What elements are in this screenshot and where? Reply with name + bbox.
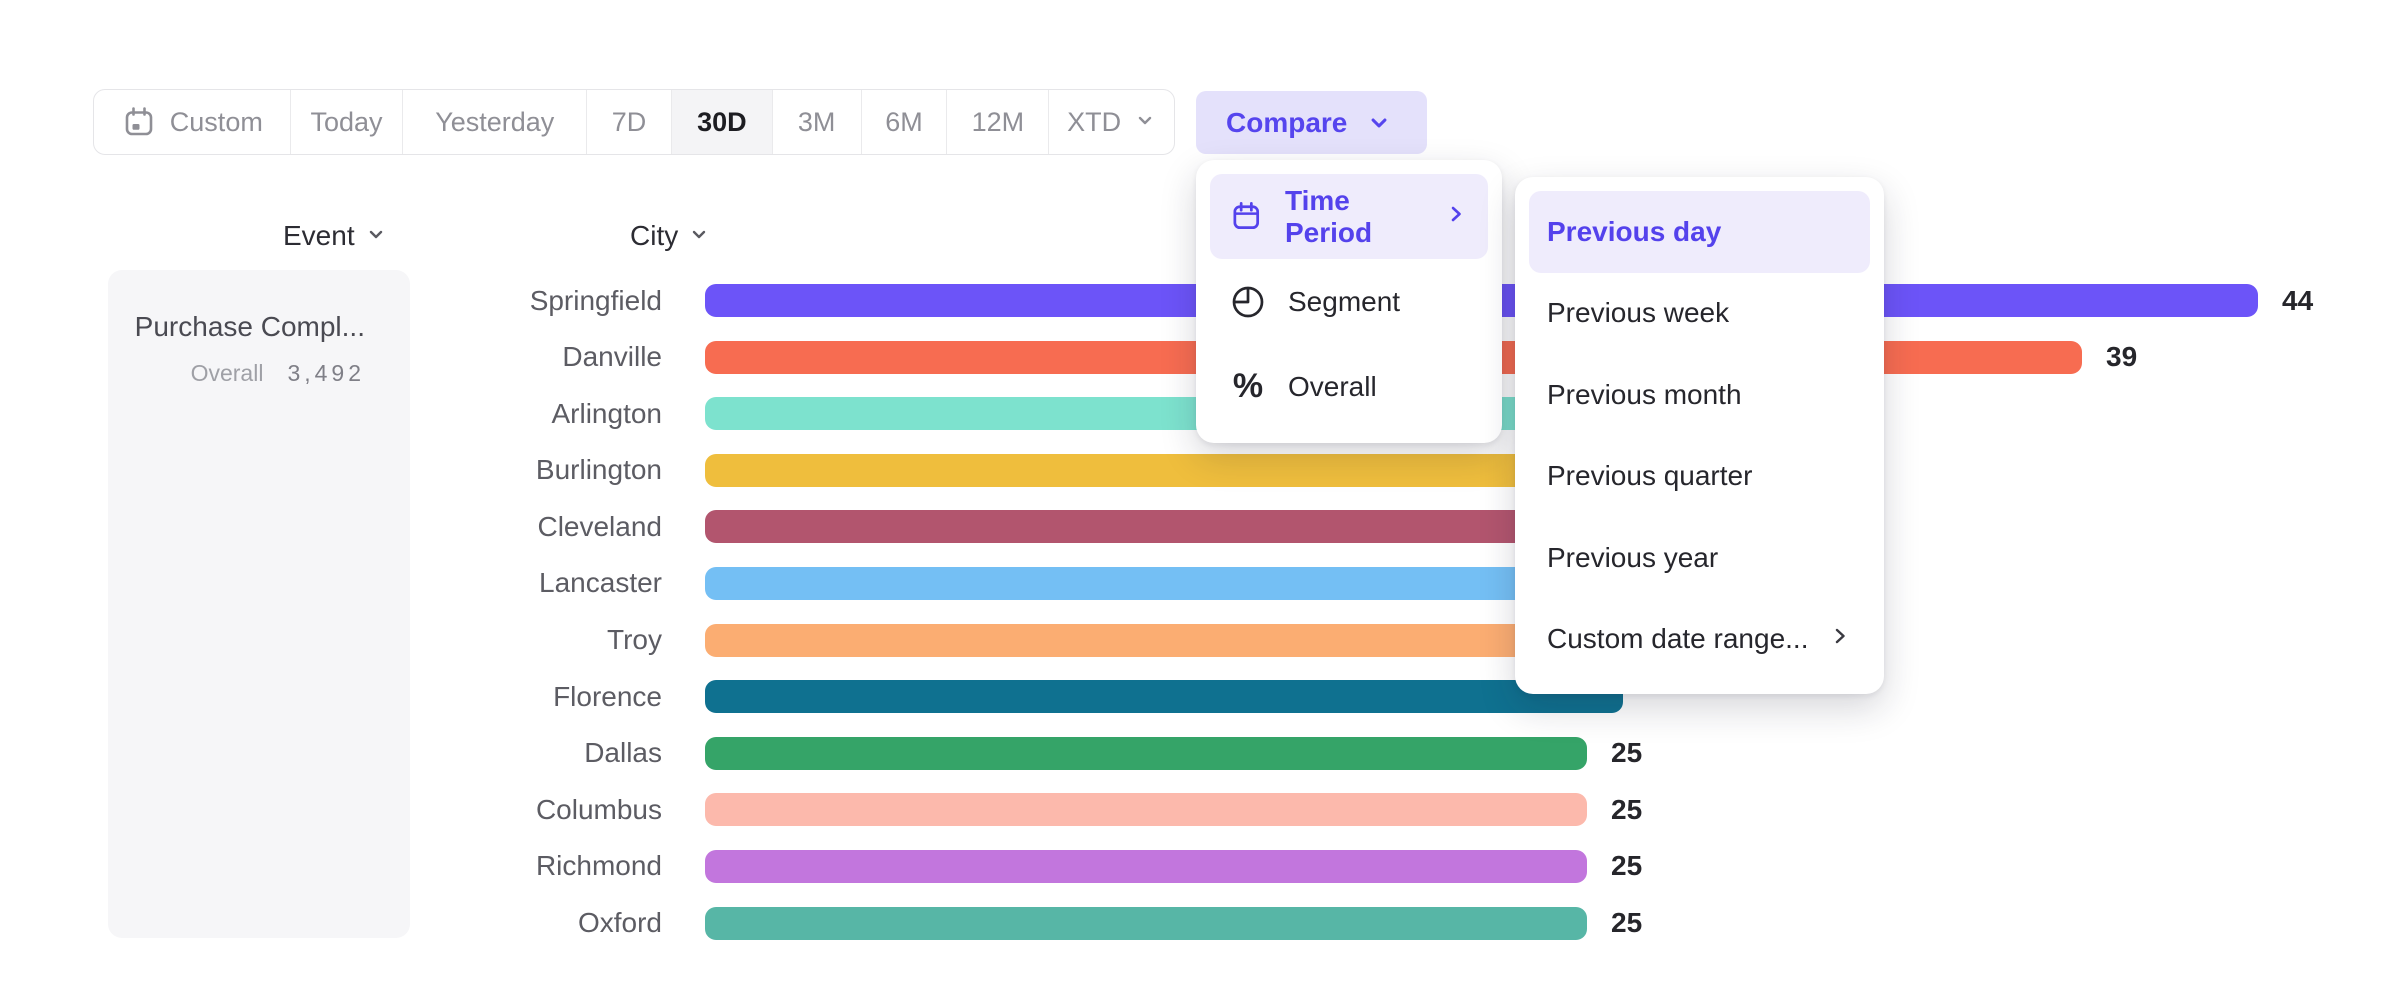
bar-value-label: 39 bbox=[2106, 341, 2137, 373]
bar[interactable] bbox=[705, 680, 1623, 713]
bar-value-label: 25 bbox=[1611, 737, 1642, 769]
bar-row-danville: Danville 39 bbox=[0, 341, 2313, 374]
bar-row-oxford: Oxford 25 bbox=[0, 907, 2313, 940]
city-label: Cleveland bbox=[0, 511, 705, 543]
calendar-icon bbox=[121, 105, 157, 139]
bar-value-label: 25 bbox=[1611, 850, 1642, 882]
bar[interactable] bbox=[705, 793, 1587, 826]
date-range-option-today[interactable]: Today bbox=[291, 90, 404, 154]
date-range-option-label: Custom bbox=[170, 107, 263, 138]
bar-row-cleveland: Cleveland bbox=[0, 510, 2313, 543]
menu-item-label: Previous year bbox=[1547, 542, 1718, 574]
report-canvas: Custom Today Yesterday 7D 30D 3M 6M 12M … bbox=[0, 0, 2394, 1004]
bar-value-label: 25 bbox=[1611, 907, 1642, 939]
menu-item-label: Overall bbox=[1288, 371, 1377, 403]
city-label: Lancaster bbox=[0, 567, 705, 599]
chevron-down-icon bbox=[1134, 107, 1156, 138]
date-range-option-yesterday[interactable]: Yesterday bbox=[403, 90, 587, 154]
event-column-header[interactable]: Event bbox=[283, 219, 387, 253]
date-range-option-xtd[interactable]: XTD bbox=[1049, 90, 1174, 154]
date-range-option-30d[interactable]: 30D bbox=[672, 90, 773, 154]
bar-value-label: 25 bbox=[1611, 794, 1642, 826]
date-range-toolbar: Custom Today Yesterday 7D 30D 3M 6M 12M … bbox=[93, 89, 1175, 155]
time-period-submenu: Previous day Previous week Previous mont… bbox=[1515, 177, 1884, 694]
date-range-option-6m[interactable]: 6M bbox=[862, 90, 948, 154]
city-label: Oxford bbox=[0, 907, 705, 939]
city-label: Burlington bbox=[0, 454, 705, 486]
date-range-option-label: 7D bbox=[612, 107, 647, 138]
date-range-option-label: Today bbox=[311, 107, 383, 138]
city-label: Richmond bbox=[0, 850, 705, 882]
city-label: Florence bbox=[0, 681, 705, 713]
segment-icon bbox=[1230, 284, 1266, 320]
bar-row-dallas: Dallas 25 bbox=[0, 737, 2313, 770]
city-column-header[interactable]: City bbox=[630, 219, 710, 253]
bar-chart: Springfield 44 Danville 39 Arlington Bur… bbox=[0, 284, 2313, 940]
compare-menu-item-segment[interactable]: Segment bbox=[1210, 259, 1488, 344]
city-label: Danville bbox=[0, 341, 705, 373]
bar-row-lancaster: Lancaster bbox=[0, 567, 2313, 600]
calendar-line-icon bbox=[1230, 200, 1263, 233]
menu-item-label: Previous day bbox=[1547, 216, 1721, 248]
compare-menu-item-time-period[interactable]: Time Period bbox=[1210, 174, 1488, 259]
compare-menu-item-overall[interactable]: % Overall bbox=[1210, 344, 1488, 429]
compare-menu: Time Period Segment % Overall bbox=[1196, 160, 1502, 443]
city-label: Arlington bbox=[0, 398, 705, 430]
chevron-right-icon bbox=[1444, 201, 1468, 233]
date-range-option-3m[interactable]: 3M bbox=[773, 90, 862, 154]
time-period-menu-item-previous-month[interactable]: Previous month bbox=[1529, 354, 1870, 436]
city-label: Springfield bbox=[0, 285, 705, 317]
date-range-option-label: 30D bbox=[697, 107, 747, 138]
date-range-option-label: 6M bbox=[885, 107, 923, 138]
menu-item-label: Previous month bbox=[1547, 379, 1742, 411]
city-label: Columbus bbox=[0, 794, 705, 826]
city-label: Dallas bbox=[0, 737, 705, 769]
compare-button[interactable]: Compare bbox=[1196, 91, 1427, 154]
city-label: Troy bbox=[0, 624, 705, 656]
bar-value-label: 44 bbox=[2282, 285, 2313, 317]
date-range-option-label: Yesterday bbox=[435, 107, 554, 138]
bar-row-troy: Troy bbox=[0, 624, 2313, 657]
date-range-option-label: 3M bbox=[798, 107, 836, 138]
bar-row-columbus: Columbus 25 bbox=[0, 793, 2313, 826]
chevron-right-icon bbox=[1828, 623, 1852, 655]
bar-row-arlington: Arlington bbox=[0, 397, 2313, 430]
chevron-down-icon bbox=[365, 220, 387, 252]
time-period-menu-item-previous-day[interactable]: Previous day bbox=[1529, 191, 1870, 273]
compare-button-label: Compare bbox=[1226, 107, 1347, 139]
event-column-label: Event bbox=[283, 220, 355, 252]
menu-item-label: Custom date range... bbox=[1547, 623, 1808, 655]
time-period-menu-item-previous-week[interactable]: Previous week bbox=[1529, 273, 1870, 355]
chevron-down-icon bbox=[688, 220, 710, 252]
bar[interactable] bbox=[705, 907, 1587, 940]
bar[interactable] bbox=[705, 737, 1587, 770]
bar[interactable] bbox=[705, 850, 1587, 883]
percent-icon: % bbox=[1230, 367, 1266, 406]
menu-item-label: Time Period bbox=[1285, 185, 1400, 249]
menu-item-label: Previous quarter bbox=[1547, 460, 1752, 492]
bar-row-richmond: Richmond 25 bbox=[0, 850, 2313, 883]
date-range-option-12m[interactable]: 12M bbox=[947, 90, 1049, 154]
date-range-option-custom[interactable]: Custom bbox=[94, 90, 291, 154]
city-column-label: City bbox=[630, 220, 678, 252]
menu-item-label: Segment bbox=[1288, 286, 1400, 318]
time-period-menu-item-custom-date-range[interactable]: Custom date range... bbox=[1529, 599, 1870, 681]
time-period-menu-item-previous-year[interactable]: Previous year bbox=[1529, 517, 1870, 599]
date-range-option-label: 12M bbox=[972, 107, 1025, 138]
time-period-menu-item-previous-quarter[interactable]: Previous quarter bbox=[1529, 436, 1870, 518]
chevron-down-icon bbox=[1361, 110, 1397, 136]
menu-item-label: Previous week bbox=[1547, 297, 1729, 329]
bar-row-burlington: Burlington bbox=[0, 454, 2313, 487]
date-range-option-label: XTD bbox=[1067, 107, 1121, 138]
bar-row-springfield: Springfield 44 bbox=[0, 284, 2313, 317]
bar-row-florence: Florence bbox=[0, 680, 2313, 713]
date-range-option-7d[interactable]: 7D bbox=[587, 90, 672, 154]
